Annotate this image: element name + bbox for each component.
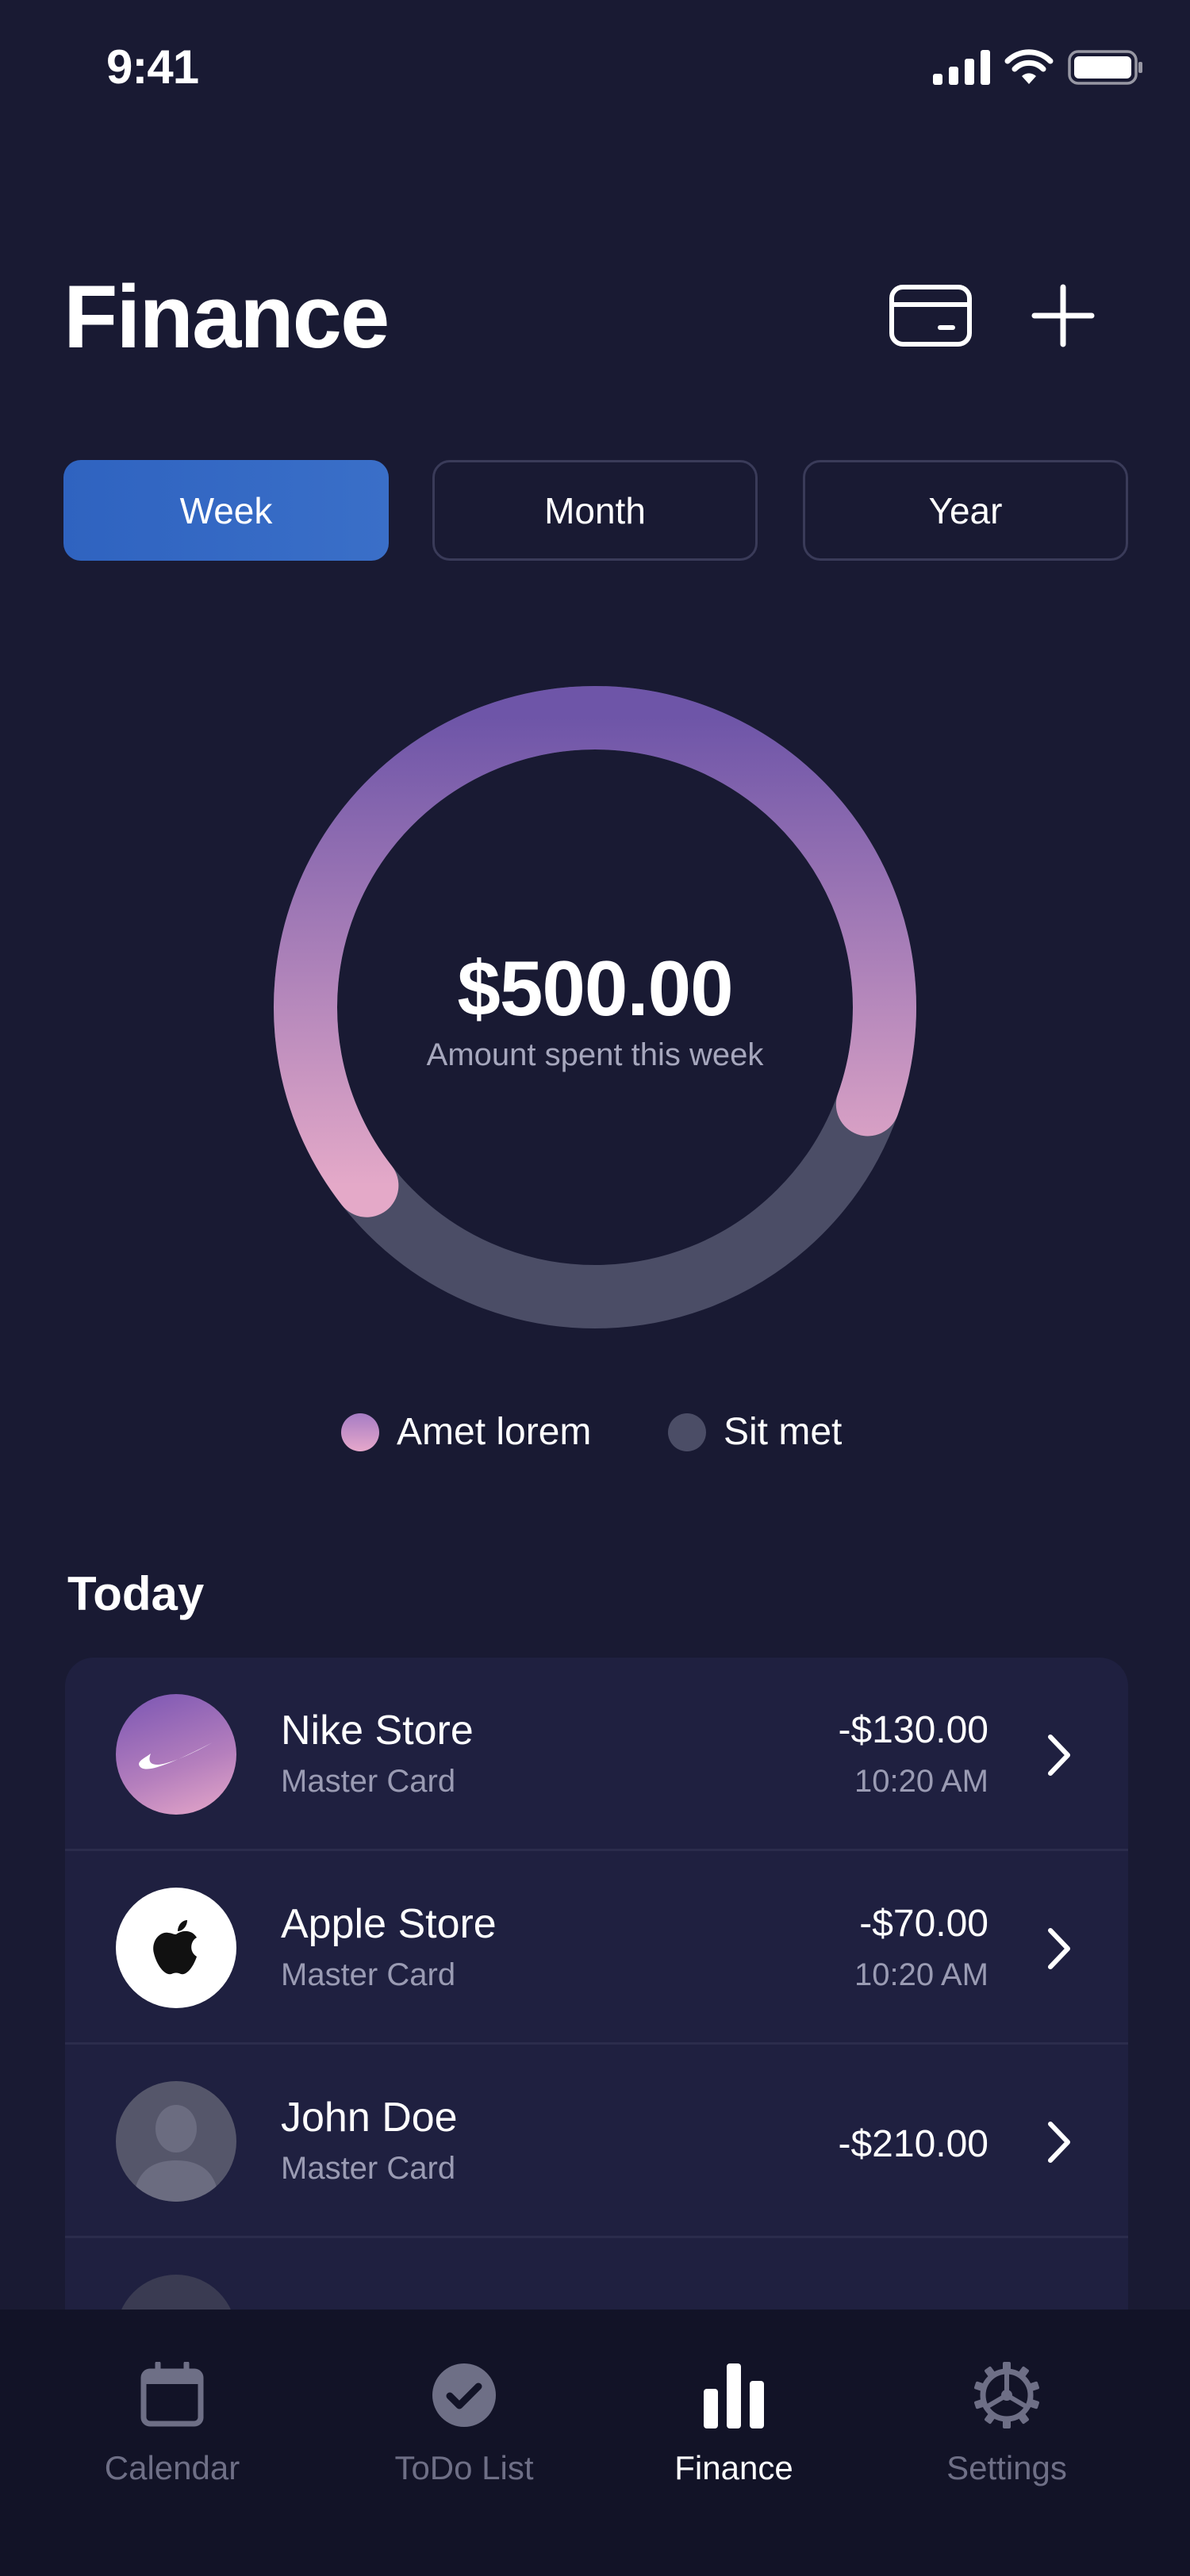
tab-label: Calendar [104, 2449, 240, 2486]
add-button[interactable] [1031, 284, 1095, 347]
section-title-today: Today [67, 1567, 205, 1620]
person-icon [116, 2081, 236, 2202]
transaction-row-apple-store[interactable]: Apple Store Master Card -$70.00 10:20 AM [65, 1851, 1128, 2045]
status-icons [933, 49, 1144, 86]
page-title: Finance [63, 267, 390, 366]
tab-year[interactable]: Year [803, 460, 1128, 561]
status-time: 9:41 [106, 40, 199, 94]
battery-icon [1068, 50, 1142, 85]
plus-icon [1031, 284, 1095, 347]
chevron-right-icon [1048, 2122, 1070, 2163]
amount-spent-value: $500.00 [457, 945, 733, 1032]
card-button[interactable] [887, 282, 974, 349]
wifi-icon [1004, 49, 1054, 84]
chevron-right-icon [1048, 1735, 1070, 1776]
bottom-tab-bar: Calendar ToDo List Finance Settings [0, 2310, 1190, 2576]
tab-todo-list[interactable]: ToDo List [345, 2310, 583, 2500]
apple-logo-icon [116, 1888, 236, 2008]
transaction-method: Master Card [281, 2151, 456, 2186]
transaction-name: John Doe [281, 2095, 458, 2141]
tab-month[interactable]: Month [432, 460, 758, 561]
legend-label: Amet lorem [397, 1411, 592, 1453]
credit-card-icon [889, 285, 972, 347]
transaction-amount: -$210.00 [838, 2123, 989, 2165]
nike-logo-icon [116, 1694, 236, 1815]
tab-finance[interactable]: Finance [615, 2310, 853, 2500]
transaction-name: Nike Store [281, 1708, 474, 1754]
calendar-icon [140, 2362, 204, 2427]
legend-item-amet-lorem: Amet lorem [341, 1410, 591, 1454]
amount-spent-caption: Amount spent this week [426, 1037, 764, 1072]
transaction-method: Master Card [281, 1957, 456, 1992]
legend-label: Sit met [724, 1411, 843, 1453]
tab-calendar[interactable]: Calendar [53, 2310, 291, 2500]
transaction-amount: -$130.00 [838, 1709, 989, 1751]
tab-label: Settings [946, 2449, 1067, 2486]
check-circle-icon [432, 2363, 496, 2427]
tab-settings[interactable]: Settings [888, 2310, 1126, 2500]
transaction-name: Apple Store [281, 1901, 497, 1947]
tab-week[interactable]: Week [63, 460, 389, 561]
legend-dot [668, 1413, 706, 1451]
transaction-method: Master Card [281, 1764, 456, 1799]
transaction-row-nike-store[interactable]: Nike Store Master Card -$130.00 10:20 AM [65, 1658, 1128, 1851]
bar-chart-icon [704, 2363, 764, 2428]
tab-label: Finance [674, 2449, 793, 2486]
transaction-time: 10:20 AM [854, 1957, 988, 1992]
legend-dot [341, 1413, 379, 1451]
transaction-amount: -$70.00 [859, 1903, 988, 1945]
chevron-right-icon [1048, 1928, 1070, 1969]
cellular-signal-icon [933, 50, 990, 85]
tab-label: ToDo List [394, 2449, 534, 2486]
transaction-time: 10:20 AM [854, 1764, 988, 1799]
gear-icon [974, 2362, 1039, 2428]
transaction-row-john-doe[interactable]: John Doe Master Card -$210.00 [65, 2045, 1128, 2238]
legend-item-sit-met: Sit met [668, 1410, 842, 1454]
